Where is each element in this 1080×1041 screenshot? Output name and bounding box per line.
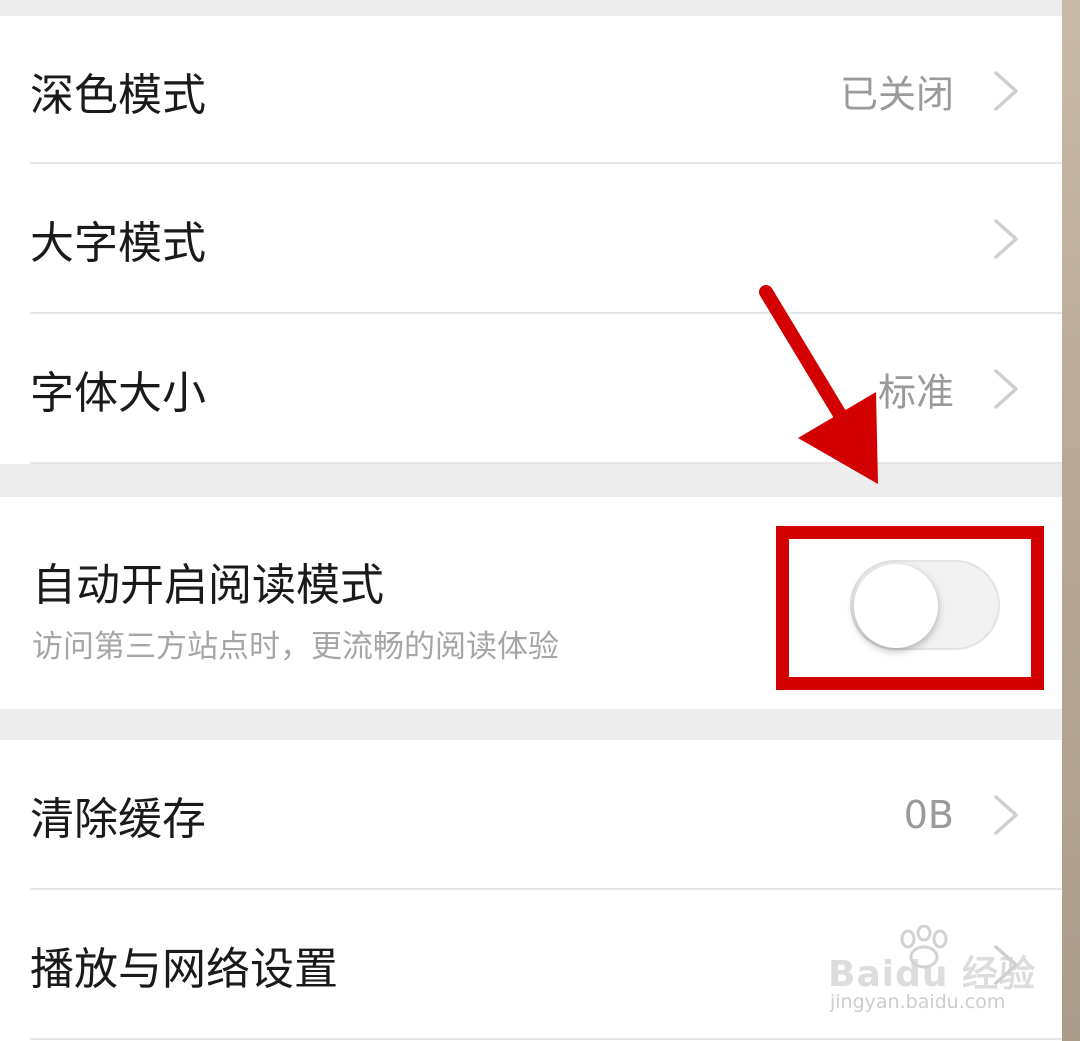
clear-cache-row[interactable]: 清除缓存 0B bbox=[0, 740, 1062, 890]
chevron-right-icon bbox=[994, 795, 1018, 835]
font-size-row[interactable]: 字体大小 标准 bbox=[0, 314, 1062, 464]
dark-mode-row[interactable]: 深色模式 已关闭 bbox=[0, 16, 1062, 166]
chevron-right-icon bbox=[994, 369, 1018, 409]
page: 深色模式 已关闭 大字模式 字体大小 标准 自动开启阅读模式 访问第三方站点时，… bbox=[0, 0, 1080, 1041]
auto-reading-mode-subtitle: 访问第三方站点时，更流畅的阅读体验 bbox=[32, 629, 559, 665]
baidu-watermark: Baidu 经验 jingyan.baidu.com bbox=[828, 925, 1035, 1025]
watermark-url: jingyan.baidu.com bbox=[830, 991, 1006, 1013]
display-settings-group: 深色模式 已关闭 大字模式 字体大小 标准 bbox=[0, 16, 1062, 464]
font-size-label: 字体大小 bbox=[30, 368, 206, 419]
chevron-right-icon bbox=[994, 219, 1018, 259]
playback-network-label: 播放与网络设置 bbox=[30, 944, 338, 995]
large-text-mode-row[interactable]: 大字模式 bbox=[0, 164, 1062, 314]
clear-cache-label: 清除缓存 bbox=[30, 794, 206, 845]
background-edge bbox=[1062, 0, 1080, 1041]
dark-mode-value: 已关闭 bbox=[839, 72, 954, 117]
annotation-highlight-box bbox=[776, 526, 1044, 690]
clear-cache-value: 0B bbox=[903, 793, 954, 837]
large-text-mode-label: 大字模式 bbox=[30, 218, 206, 269]
chevron-right-icon bbox=[994, 71, 1018, 111]
row-divider bbox=[30, 462, 1062, 464]
watermark-brand: Baidu 经验 bbox=[828, 954, 1037, 995]
settings-screen: 深色模式 已关闭 大字模式 字体大小 标准 自动开启阅读模式 访问第三方站点时，… bbox=[0, 0, 1062, 1041]
red-arrow-icon bbox=[759, 285, 878, 484]
dark-mode-label: 深色模式 bbox=[30, 70, 206, 121]
row-divider bbox=[30, 1038, 1062, 1040]
auto-reading-mode-label: 自动开启阅读模式 bbox=[32, 560, 384, 611]
